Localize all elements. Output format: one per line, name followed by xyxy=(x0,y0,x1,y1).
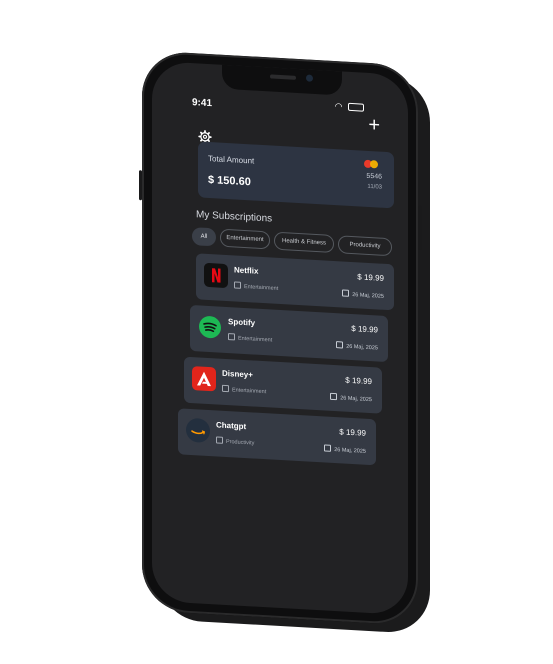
subscription-name: Disney+ xyxy=(222,368,253,380)
add-subscription-button[interactable]: + xyxy=(368,114,380,137)
notch xyxy=(222,64,342,96)
subscription-name: Netflix xyxy=(234,265,259,276)
subscription-date: 26 Maj, 2025 xyxy=(342,289,384,300)
spotify-icon xyxy=(198,314,222,339)
tag-icon xyxy=(234,281,241,289)
subscription-price: $ 19.99 xyxy=(339,427,366,438)
phone-frame: 9:41 ◠ + Total Amount $ 150.60 5546 11/0… xyxy=(139,50,422,626)
card-expiry: 11/03 xyxy=(367,183,382,191)
subscription-date: 26 Maj, 2025 xyxy=(324,444,366,455)
subscription-row-netflix[interactable]: Netflix Entertainment $ 19.99 26 Maj, 20… xyxy=(196,253,394,311)
total-amount-label: Total Amount xyxy=(208,153,255,166)
calendar-icon xyxy=(336,341,344,349)
tag-icon xyxy=(222,384,229,393)
subscription-row-chatgpt[interactable]: Chatgpt Productivity $ 19.99 26 Maj, 202… xyxy=(178,408,376,466)
mastercard-icon xyxy=(364,159,380,169)
tag-icon xyxy=(216,436,223,444)
subscription-row-spotify[interactable]: Spotify Entertainment $ 19.99 26 Maj, 20… xyxy=(190,304,388,363)
tag-icon xyxy=(228,333,235,341)
side-button xyxy=(418,205,422,250)
total-amount-value: $ 150.60 xyxy=(208,173,251,189)
subscription-category: Entertainment xyxy=(222,384,266,395)
amazon-icon xyxy=(186,417,210,444)
filter-chip-productivity[interactable]: Productivity xyxy=(338,235,392,257)
app-screen: 9:41 ◠ + Total Amount $ 150.60 5546 11/0… xyxy=(152,60,408,616)
wifi-icon: ◠ xyxy=(334,101,343,112)
subscription-price: $ 19.99 xyxy=(351,323,378,335)
subscription-price: $ 19.99 xyxy=(357,272,384,283)
section-title: My Subscriptions xyxy=(196,209,273,225)
volume-button xyxy=(139,170,142,201)
adobe-icon xyxy=(192,366,216,392)
calendar-icon xyxy=(342,289,350,297)
calendar-icon xyxy=(324,444,332,452)
subscription-category: Productivity xyxy=(216,436,254,447)
subscription-row-disney[interactable]: Disney+ Entertainment $ 19.99 26 Maj, 20… xyxy=(184,356,382,414)
total-amount-card[interactable]: Total Amount $ 150.60 5546 11/03 xyxy=(198,141,394,209)
status-icons: ◠ xyxy=(335,101,364,114)
subscription-price: $ 19.99 xyxy=(345,375,372,387)
front-camera xyxy=(306,74,313,82)
status-time: 9:41 xyxy=(192,97,213,110)
filter-chip-entertainment[interactable]: Entertainment xyxy=(220,228,270,250)
speaker xyxy=(270,74,296,80)
subscription-name: Spotify xyxy=(228,317,256,328)
subscription-date: 26 Maj, 2025 xyxy=(336,341,378,351)
battery-icon xyxy=(348,102,364,112)
netflix-icon xyxy=(204,262,228,289)
subscription-category: Entertainment xyxy=(228,333,272,344)
subscription-category: Entertainment xyxy=(234,281,278,292)
card-number: 5546 xyxy=(366,172,382,181)
filter-chip-health-fitness[interactable]: Health & Fitness xyxy=(274,231,334,254)
subscription-date: 26 Maj, 2025 xyxy=(330,392,372,403)
calendar-icon xyxy=(330,392,338,401)
filter-chip-all[interactable]: All xyxy=(192,227,216,247)
subscription-name: Chatgpt xyxy=(216,420,247,432)
